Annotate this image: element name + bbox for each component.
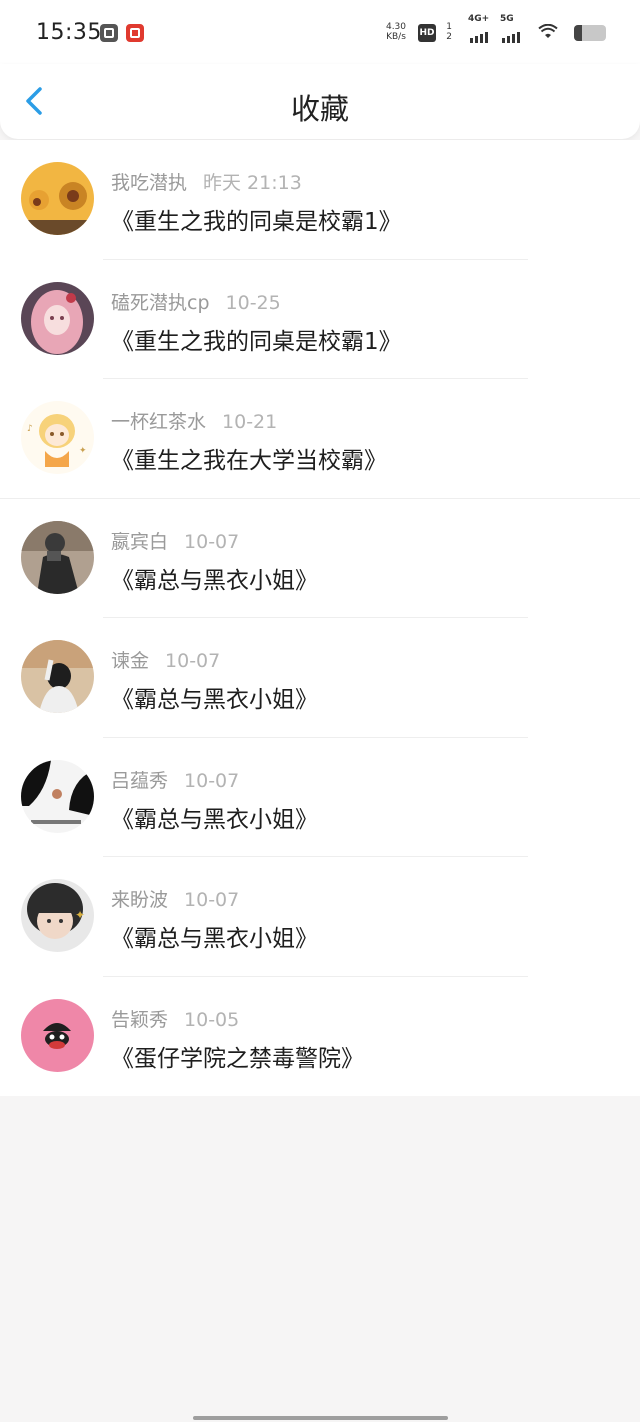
item-date: 10-07 bbox=[184, 769, 240, 792]
status-time: 15:35 bbox=[36, 20, 102, 45]
avatar[interactable] bbox=[21, 759, 94, 833]
item-meta: 谏金 10-07 bbox=[111, 646, 220, 673]
avatar[interactable]: ♪ ✦ bbox=[21, 401, 94, 474]
item-date: 昨天 21:13 bbox=[203, 172, 302, 194]
avatar[interactable] bbox=[21, 520, 94, 594]
signal-5g-icon: 5G bbox=[500, 14, 526, 46]
username[interactable]: 谏金 bbox=[111, 650, 149, 672]
network-speed-value: 4.30 bbox=[385, 22, 407, 32]
list-item[interactable]: 谏金 10-07 《霸总与黑衣小姐》 bbox=[0, 618, 640, 738]
svg-text:✦: ✦ bbox=[75, 908, 85, 922]
item-meta: 吕蕴秀 10-07 bbox=[111, 766, 239, 793]
signal-4g-label: 4G+ bbox=[468, 14, 490, 24]
signal-4g-icon: 4G+ bbox=[468, 14, 494, 46]
item-date: 10-07 bbox=[184, 889, 240, 911]
item-meta: 嬴宾白 10-07 bbox=[111, 527, 239, 554]
username[interactable]: 来盼波 bbox=[111, 889, 168, 911]
list-item[interactable]: 嬴宾白 10-07 《霸总与黑衣小姐》 bbox=[0, 499, 640, 618]
battery-icon bbox=[574, 25, 606, 41]
status-bar: 15:35 4.30 KB/s HD 1 2 4G+ 5G bbox=[0, 0, 640, 64]
item-date: 10-05 bbox=[184, 1008, 240, 1031]
gallery-app-icon bbox=[100, 24, 118, 42]
svg-text:♪: ♪ bbox=[27, 424, 33, 434]
item-meta: 一杯红茶水 10-21 bbox=[111, 407, 277, 434]
page-title: 收藏 bbox=[290, 92, 349, 126]
item-date: 10-21 bbox=[222, 411, 278, 433]
item-meta: 来盼波 10-07 bbox=[111, 885, 239, 912]
hd-call-icon: HD bbox=[418, 24, 436, 42]
book-title[interactable]: 《重生之我在大学当校霸》 bbox=[111, 441, 387, 475]
username[interactable]: 我吃潜执 bbox=[111, 172, 187, 194]
book-title[interactable]: 《霸总与黑衣小姐》 bbox=[111, 680, 318, 714]
home-indicator[interactable] bbox=[193, 1416, 448, 1420]
book-title[interactable]: 《重生之我的同桌是校霸1》 bbox=[111, 322, 402, 356]
username[interactable]: 嬴宾白 bbox=[111, 531, 168, 553]
book-title[interactable]: 《蛋仔学院之禁毒警院》 bbox=[111, 1039, 364, 1073]
avatar[interactable]: ✦ bbox=[21, 879, 94, 952]
network-speed: 4.30 KB/s bbox=[382, 22, 410, 42]
item-meta: 磕死潜执cp 10-25 bbox=[111, 288, 281, 315]
list-item[interactable]: 我吃潜执 昨天 21:13 《重生之我的同桌是校霸1》 bbox=[0, 140, 640, 260]
avatar[interactable] bbox=[21, 640, 94, 713]
username[interactable]: 吕蕴秀 bbox=[111, 770, 168, 792]
username[interactable]: 一杯红茶水 bbox=[111, 411, 206, 433]
signal-5g-label: 5G bbox=[500, 14, 514, 24]
username[interactable]: 磕死潜执cp bbox=[111, 292, 210, 314]
book-title[interactable]: 《霸总与黑衣小姐》 bbox=[111, 800, 318, 834]
wifi-icon bbox=[538, 24, 558, 38]
item-meta: 告颖秀 10-05 bbox=[111, 1005, 239, 1032]
red-app-icon bbox=[126, 24, 144, 42]
list-item[interactable]: 吕蕴秀 10-07 《霸总与黑衣小姐》 bbox=[0, 738, 640, 857]
favorites-list: 我吃潜执 昨天 21:13 《重生之我的同桌是校霸1》 磕死潜执cp 10-25 《… bbox=[0, 140, 640, 1096]
item-meta: 我吃潜执 昨天 21:13 bbox=[111, 168, 302, 195]
item-date: 10-25 bbox=[225, 291, 281, 314]
avatar[interactable] bbox=[21, 162, 94, 235]
hd-sim-label: 1 2 bbox=[446, 22, 452, 42]
book-title[interactable]: 《霸总与黑衣小姐》 bbox=[111, 561, 318, 595]
list-item[interactable]: ♪ ✦ 一杯红茶水 10-21 《重生之我在大学当校霸》 bbox=[0, 379, 640, 499]
list-item[interactable]: ✦ 来盼波 10-07 《霸总与黑衣小姐》 bbox=[0, 857, 640, 977]
network-speed-unit: KB/s bbox=[386, 32, 406, 42]
book-title[interactable]: 《重生之我的同桌是校霸1》 bbox=[111, 202, 402, 236]
username[interactable]: 告颖秀 bbox=[111, 1009, 168, 1031]
list-item[interactable]: 告颖秀 10-05 《蛋仔学院之禁毒警院》 bbox=[0, 977, 640, 1097]
svg-text:✦: ✦ bbox=[79, 446, 87, 456]
battery-level-fill bbox=[574, 25, 582, 41]
avatar[interactable] bbox=[21, 998, 94, 1072]
item-date: 10-07 bbox=[165, 650, 221, 672]
avatar[interactable] bbox=[21, 281, 94, 355]
item-date: 10-07 bbox=[184, 530, 240, 553]
book-title[interactable]: 《霸总与黑衣小姐》 bbox=[111, 919, 318, 953]
app-header: 收藏 bbox=[0, 64, 640, 139]
list-item[interactable]: 磕死潜执cp 10-25 《重生之我的同桌是校霸1》 bbox=[0, 260, 640, 379]
